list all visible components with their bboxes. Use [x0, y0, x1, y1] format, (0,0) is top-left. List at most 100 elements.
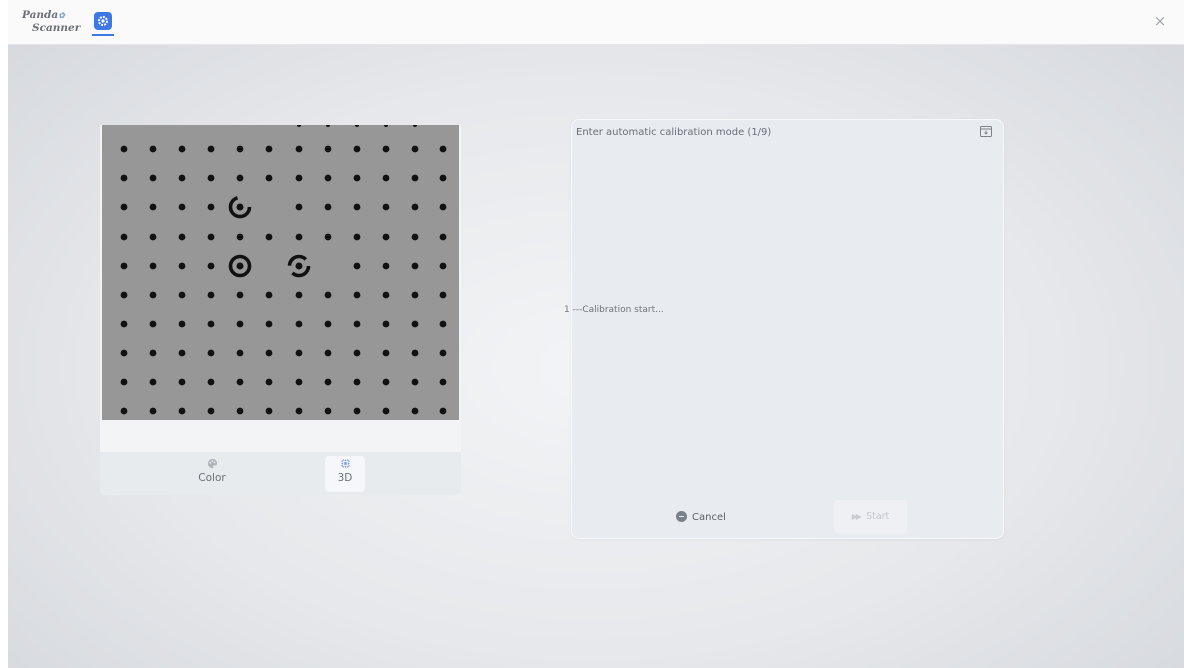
board-dot: [178, 349, 186, 357]
board-dot: [207, 233, 215, 241]
board-dot: [411, 174, 419, 182]
board-dot: [324, 174, 332, 182]
board-dot: [411, 378, 419, 386]
board-dot: [382, 378, 390, 386]
board-dot: [384, 125, 388, 127]
board-dot: [411, 320, 419, 328]
board-dot: [353, 262, 361, 270]
color-mode-button[interactable]: Color: [192, 456, 232, 492]
3d-mode-button[interactable]: 3D: [325, 456, 365, 492]
board-dot: [207, 320, 215, 328]
board-dot: [439, 291, 447, 299]
calibration-board-image: [120, 125, 447, 415]
board-dot: [295, 378, 303, 386]
board-dot: [382, 233, 390, 241]
start-button[interactable]: ▶▶ Start: [834, 500, 907, 534]
board-dot: [411, 203, 419, 211]
board-dot: [353, 349, 361, 357]
board-dot: [411, 349, 419, 357]
board-dot: [295, 407, 303, 415]
board-dot: [265, 233, 273, 241]
board-dot: [439, 174, 447, 182]
board-dot: [236, 378, 244, 386]
settings-tab[interactable]: [94, 12, 112, 30]
board-dot: [295, 203, 303, 211]
board-dot: [236, 233, 244, 241]
board-dot: [236, 174, 244, 182]
board-dot: [295, 174, 303, 182]
board-dot: [324, 233, 332, 241]
board-dot: [207, 203, 215, 211]
board-dot: [149, 262, 157, 270]
board-dot: [324, 291, 332, 299]
active-tab-indicator: [92, 34, 114, 36]
board-dot: [236, 145, 244, 153]
board-dot: [353, 291, 361, 299]
board-dot: [382, 262, 390, 270]
board-dot: [236, 291, 244, 299]
board-dot: [265, 378, 273, 386]
board-dot: [382, 407, 390, 415]
board-dot: [178, 233, 186, 241]
cancel-icon: [676, 510, 687, 522]
board-dot: [149, 320, 157, 328]
board-dot: [353, 145, 361, 153]
board-dot: [207, 349, 215, 357]
board-dot: [353, 233, 361, 241]
board-dot: [295, 233, 303, 241]
board-dot: [120, 320, 128, 328]
board-dot: [149, 174, 157, 182]
log-line: 1 ---Calibration start...: [564, 305, 664, 315]
board-dot: [439, 145, 447, 153]
board-dot: [236, 349, 244, 357]
board-dot: [207, 145, 215, 153]
board-dot: [149, 378, 157, 386]
close-button[interactable]: ×: [1152, 13, 1168, 29]
board-dot: [439, 407, 447, 415]
gear-icon: [98, 16, 108, 26]
board-dot: [149, 145, 157, 153]
board-dot: [265, 320, 273, 328]
board-dot: [411, 262, 419, 270]
board-dot: [382, 291, 390, 299]
board-dot: [353, 320, 361, 328]
board-dot: [120, 174, 128, 182]
coded-target-2-center: [236, 262, 244, 270]
board-dot: [411, 407, 419, 415]
board-dot: [178, 174, 186, 182]
board-dot: [295, 145, 303, 153]
board-dot: [353, 378, 361, 386]
board-dot: [439, 233, 447, 241]
board-dot: [265, 174, 273, 182]
board-dot: [120, 203, 128, 211]
board-dot: [439, 320, 447, 328]
board-dot: [295, 320, 303, 328]
board-dot: [149, 203, 157, 211]
board-dot: [120, 407, 128, 415]
board-dot: [324, 407, 332, 415]
play-icon: ▶▶: [851, 512, 862, 521]
coded-target-1-center: [236, 203, 244, 211]
coded-target-3-center: [295, 262, 303, 270]
app-logo: Panda✿ Scanner: [22, 9, 81, 34]
board-dot: [120, 233, 128, 241]
board-dot: [411, 145, 419, 153]
board-dot: [207, 262, 215, 270]
3d-mode-label: 3D: [337, 472, 353, 484]
board-dot: [178, 203, 186, 211]
board-dot: [413, 125, 417, 127]
save-log-icon[interactable]: [980, 126, 992, 137]
board-dot: [355, 125, 359, 127]
board-dot: [149, 291, 157, 299]
board-dot: [382, 320, 390, 328]
start-label: Start: [866, 511, 890, 522]
color-mode-label: Color: [198, 472, 226, 484]
board-dot: [178, 262, 186, 270]
cancel-label: Cancel: [692, 512, 726, 523]
board-dot: [324, 145, 332, 153]
board-dot: [265, 291, 273, 299]
cancel-button[interactable]: Cancel: [676, 509, 726, 527]
board-dot: [295, 291, 303, 299]
board-dot: [326, 125, 330, 127]
window-frame: [0, 0, 8, 668]
